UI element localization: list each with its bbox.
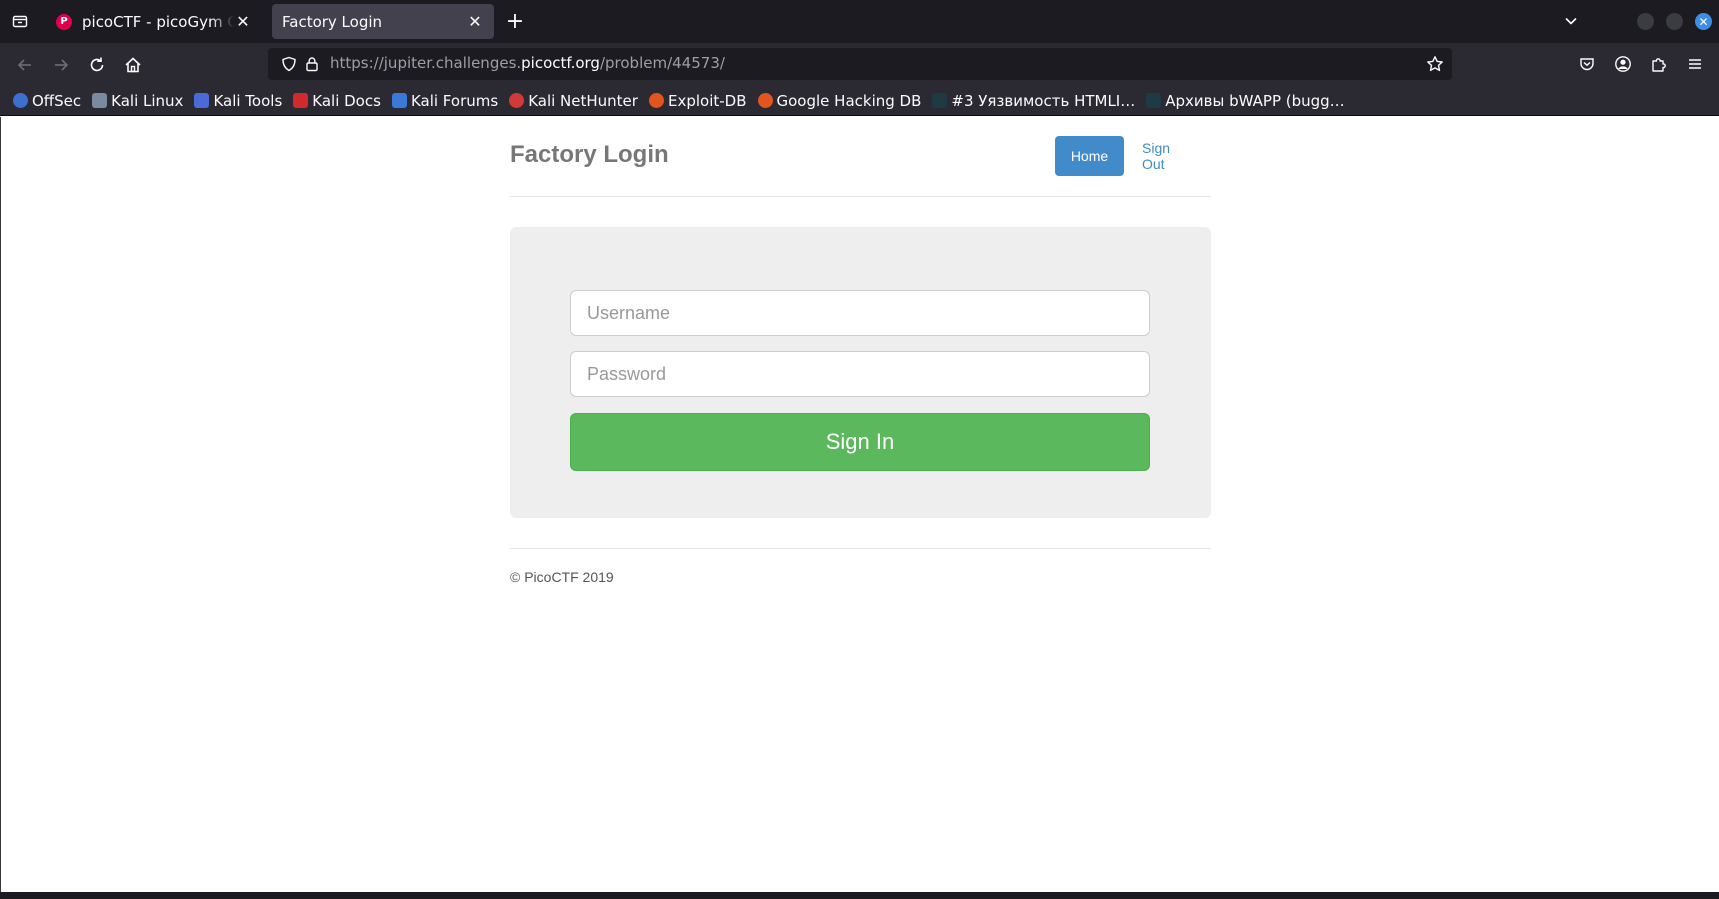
back-icon[interactable] [13, 53, 37, 77]
close-icon[interactable]: ✕ [234, 12, 252, 31]
minimize-window-icon[interactable] [1637, 13, 1654, 30]
new-tab-icon[interactable]: + [504, 9, 526, 34]
navigation-toolbar: https://jupiter.challenges.picoctf.org/p… [0, 43, 1719, 86]
kali-dragon-icon [92, 93, 108, 108]
page-container: Factory Login Home Sign Out Sign In © Pi… [510, 117, 1211, 585]
bookmark-label: OffSec [32, 91, 82, 110]
bookmark-star-icon[interactable] [1426, 55, 1444, 77]
kali-docs-icon [293, 93, 309, 108]
tab-picoctf[interactable]: P picoCTF - picoGym Challenges ✕ [46, 4, 262, 39]
url-domain: picoctf.org [521, 54, 600, 72]
login-panel: Sign In [510, 227, 1211, 518]
chevron-down-icon[interactable] [1561, 11, 1581, 31]
bookmark-label: Kali NetHunter [528, 91, 638, 110]
bookmark-label: Kali Tools [213, 91, 283, 110]
offsec-icon [13, 93, 28, 108]
bookmark-exploit-db[interactable]: Exploit-DB [648, 91, 747, 110]
pocket-icon[interactable] [1576, 53, 1598, 75]
close-window-icon[interactable]: ✕ [1695, 13, 1712, 30]
hamburger-menu-icon[interactable] [1684, 53, 1706, 75]
picoctf-favicon-icon: P [56, 13, 72, 30]
bookmark-offsec[interactable]: OffSec [13, 92, 81, 110]
exploit-db-icon [648, 93, 664, 108]
url-text[interactable]: https://jupiter.challenges.picoctf.org/p… [330, 54, 725, 72]
sign-out-link[interactable]: Sign Out [1127, 136, 1211, 176]
page-header: Factory Login Home Sign Out [510, 117, 1211, 197]
lock-icon[interactable] [304, 56, 320, 76]
bwapp-icon [1146, 93, 1162, 108]
url-prefix: https://jupiter.challenges. [330, 54, 522, 72]
bookmark-kali-nethunter[interactable]: Kali NetHunter [509, 92, 638, 110]
account-icon[interactable] [1612, 53, 1634, 75]
bookmark-bwapp[interactable]: Архивы bWAPP (bugg… [1146, 91, 1345, 110]
url-path: /problem/44573/ [599, 54, 725, 72]
bookmark-label: Google Hacking DB [776, 91, 922, 110]
tab-title: picoCTF - picoGym Challenges [82, 12, 234, 31]
bookmark-label: Exploit-DB [667, 91, 747, 110]
address-bar[interactable]: https://jupiter.challenges.picoctf.org/p… [268, 48, 1452, 80]
kali-forums-icon [391, 93, 407, 108]
bookmark-label: Архивы bWAPP (bugg… [1165, 91, 1345, 110]
home-icon[interactable] [121, 53, 145, 77]
tab-factory-login[interactable]: Factory Login ✕ [272, 4, 494, 39]
maximize-window-icon[interactable] [1666, 13, 1683, 30]
bookmark-label: Kali Linux [111, 91, 184, 110]
kali-nethunter-icon [509, 93, 525, 108]
tracking-protection-shield-icon[interactable] [281, 56, 297, 76]
page-viewport: Factory Login Home Sign Out Sign In © Pi… [0, 117, 1719, 892]
bookmark-label: Kali Docs [312, 91, 381, 110]
tab-title: Factory Login [282, 12, 383, 31]
bookmark-google-hacking-db[interactable]: Google Hacking DB [757, 91, 922, 110]
password-input[interactable] [570, 351, 1150, 397]
reload-icon[interactable] [85, 53, 109, 77]
taskbar-strip [0, 892, 1719, 899]
tab-list-icon[interactable] [9, 10, 31, 32]
bookmarks-toolbar: OffSec Kali Linux Kali Tools Kali Docs K… [0, 86, 1719, 116]
page-footer: © PicoCTF 2019 [510, 548, 1211, 585]
bookmark-kali-forums[interactable]: Kali Forums [391, 91, 499, 110]
kali-tools-icon [194, 93, 210, 108]
bookmark-kali-linux[interactable]: Kali Linux [92, 92, 183, 110]
close-icon[interactable]: ✕ [466, 12, 484, 31]
extensions-icon[interactable] [1648, 53, 1670, 75]
copyright-text: © PicoCTF 2019 [510, 569, 614, 585]
bookmark-label: Kali Forums [410, 91, 499, 110]
ghdb-icon [757, 93, 773, 108]
bookmark-kali-docs[interactable]: Kali Docs [293, 92, 381, 110]
home-nav-button[interactable]: Home [1055, 136, 1124, 176]
htmli-icon [932, 93, 948, 108]
bookmark-htmli[interactable]: #3 Уязвимость HTMLI… [932, 92, 1135, 110]
username-input[interactable] [570, 290, 1150, 336]
tab-bar: P picoCTF - picoGym Challenges ✕ Factory… [0, 0, 1719, 43]
page-title: Factory Login [510, 141, 669, 168]
bookmark-label: #3 Уязвимость HTMLI… [951, 91, 1136, 110]
bookmark-kali-tools[interactable]: Kali Tools [194, 92, 282, 110]
forward-icon[interactable] [49, 53, 73, 77]
sign-in-button[interactable]: Sign In [570, 413, 1150, 471]
